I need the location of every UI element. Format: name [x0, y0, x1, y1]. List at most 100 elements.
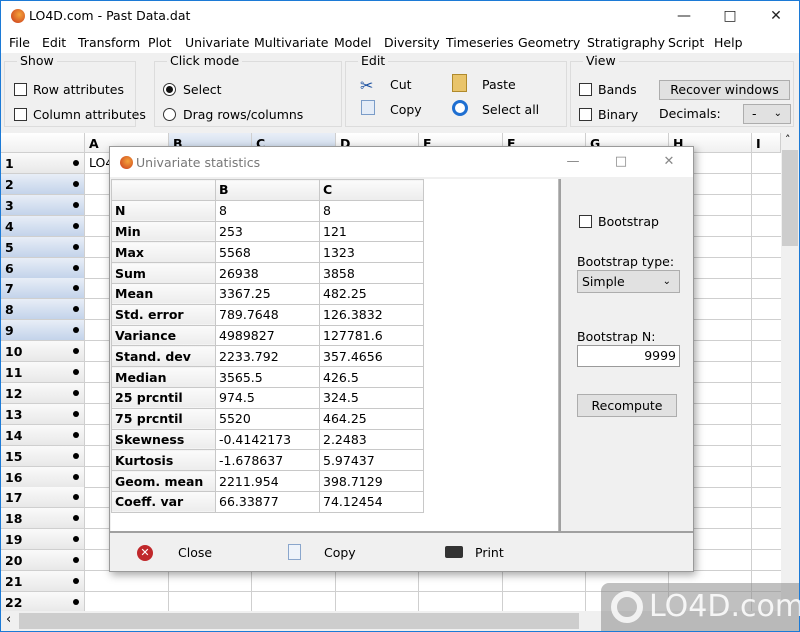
menu-multivariate[interactable]: Multivariate	[254, 35, 328, 50]
row-header-1[interactable]: 1	[1, 153, 85, 174]
stat-value[interactable]: 8	[319, 199, 424, 222]
bootstrap-type-select[interactable]: Simple ⌄	[577, 270, 680, 293]
stat-value[interactable]: 2233.792	[215, 345, 320, 368]
stat-value[interactable]: 127781.6	[319, 324, 424, 347]
row-header-20[interactable]: 20	[1, 550, 85, 572]
row-header-11[interactable]: 11	[1, 362, 85, 383]
row-header-8[interactable]: 8	[1, 299, 85, 321]
bands-checkbox[interactable]	[579, 83, 592, 96]
row-header-5[interactable]: 5	[1, 236, 85, 258]
dialog-maximize-button[interactable]: □	[598, 147, 644, 177]
stat-value[interactable]: 426.5	[319, 366, 424, 388]
row-header-13[interactable]: 13	[1, 403, 85, 425]
row-header-17[interactable]: 17	[1, 487, 85, 509]
menu-stratigraphy[interactable]: Stratigraphy	[587, 35, 665, 50]
maximize-button[interactable]: □	[707, 1, 753, 32]
row-header-22[interactable]: 22	[1, 591, 85, 611]
row-header-4[interactable]: 4	[1, 215, 85, 237]
row-header-21[interactable]: 21	[1, 571, 85, 592]
row-header-15[interactable]: 15	[1, 445, 85, 467]
stat-value[interactable]: 5520	[215, 407, 320, 430]
menu-univariate[interactable]: Univariate	[185, 35, 249, 50]
stat-value[interactable]: 8	[215, 199, 320, 222]
stat-value[interactable]: 121	[319, 220, 424, 243]
stat-value[interactable]: 253	[215, 220, 320, 243]
stat-value[interactable]: 74.12454	[319, 490, 424, 513]
stat-value[interactable]: 2211.954	[215, 470, 320, 492]
stat-value[interactable]: 789.7648	[215, 303, 320, 326]
menu-edit[interactable]: Edit	[42, 35, 66, 50]
stat-value[interactable]: 66.33877	[215, 490, 320, 513]
column-header-i[interactable]: I	[752, 133, 781, 153]
stat-value[interactable]: 5.97437	[319, 449, 424, 472]
recompute-button[interactable]: Recompute	[577, 394, 677, 417]
stat-value[interactable]: 3367.25	[215, 282, 320, 305]
decimals-select[interactable]: - ⌄	[743, 104, 791, 124]
menu-diversity[interactable]: Diversity	[384, 35, 440, 50]
stat-value[interactable]: 126.3832	[319, 303, 424, 326]
vertical-scroll-thumb[interactable]	[782, 150, 798, 246]
row-header-9[interactable]: 9	[1, 320, 85, 342]
drag-rows-columns-radio[interactable]	[163, 108, 176, 121]
table-header-c[interactable]: C	[319, 179, 424, 201]
row-header-6[interactable]: 6	[1, 257, 85, 279]
row-header-7[interactable]: 7	[1, 278, 85, 300]
close-window-button[interactable]: ✕	[753, 1, 799, 32]
recover-windows-button[interactable]: Recover windows	[659, 80, 790, 100]
dialog-minimize-button[interactable]: —	[550, 147, 596, 177]
row-header-14[interactable]: 14	[1, 424, 85, 446]
print-button[interactable]: Print	[443, 533, 553, 573]
scroll-up-icon[interactable]: ˄	[785, 133, 791, 146]
menu-transform[interactable]: Transform	[78, 35, 140, 50]
stat-value[interactable]: 3858	[319, 262, 424, 284]
stat-value[interactable]: 4989827	[215, 324, 320, 347]
stat-value[interactable]: 1323	[319, 241, 424, 264]
menu-plot[interactable]: Plot	[148, 35, 172, 50]
stat-value[interactable]: 357.4656	[319, 345, 424, 368]
select-all-button[interactable]: Select all	[482, 102, 539, 117]
corner-header[interactable]	[1, 133, 85, 153]
menu-help[interactable]: Help	[714, 35, 743, 50]
row-header-3[interactable]: 3	[1, 194, 85, 216]
stat-value[interactable]: 398.7129	[319, 470, 424, 492]
minimize-button[interactable]: —	[661, 1, 707, 32]
bootstrap-checkbox[interactable]	[579, 215, 592, 228]
row-attributes-checkbox[interactable]	[14, 83, 27, 96]
stat-value[interactable]: 3565.5	[215, 366, 320, 388]
bootstrap-n-input[interactable]: 9999	[577, 345, 680, 367]
stat-value[interactable]: 464.25	[319, 407, 424, 430]
row-header-16[interactable]: 16	[1, 466, 85, 488]
menu-timeseries[interactable]: Timeseries	[446, 35, 514, 50]
table-header-b[interactable]: B	[215, 179, 320, 201]
vertical-scrollbar[interactable]: ˄	[781, 133, 799, 611]
menu-geometry[interactable]: Geometry	[518, 35, 580, 50]
menu-model[interactable]: Model	[334, 35, 372, 50]
stat-value[interactable]: -1.678637	[215, 449, 320, 472]
copy-results-button[interactable]: Copy	[286, 533, 396, 573]
menu-script[interactable]: Script	[668, 35, 704, 50]
column-attributes-checkbox[interactable]	[14, 108, 27, 121]
dialog-close-button[interactable]: ✕	[646, 147, 692, 177]
row-header-19[interactable]: 19	[1, 529, 85, 551]
stat-value[interactable]: 324.5	[319, 386, 424, 409]
copy-button[interactable]: Copy	[390, 102, 422, 117]
printer-icon	[445, 546, 463, 558]
stat-value[interactable]: 2.2483	[319, 428, 424, 451]
stat-value[interactable]: 974.5	[215, 386, 320, 409]
horizontal-scroll-thumb[interactable]	[19, 613, 579, 629]
menu-file[interactable]: File	[9, 35, 30, 50]
stat-value[interactable]: -0.4142173	[215, 428, 320, 451]
close-button[interactable]: ✕ Close	[134, 533, 244, 573]
paste-button[interactable]: Paste	[482, 77, 516, 92]
select-radio[interactable]	[163, 83, 176, 96]
cut-button[interactable]: Cut	[390, 77, 412, 92]
stat-value[interactable]: 482.25	[319, 282, 424, 305]
binary-checkbox[interactable]	[579, 108, 592, 121]
row-header-2[interactable]: 2	[1, 173, 85, 195]
row-header-10[interactable]: 10	[1, 341, 85, 363]
row-header-18[interactable]: 18	[1, 508, 85, 530]
stat-value[interactable]: 26938	[215, 262, 320, 284]
scroll-left-icon[interactable]: ‹	[6, 612, 11, 627]
row-header-12[interactable]: 12	[1, 382, 85, 404]
stat-value[interactable]: 5568	[215, 241, 320, 264]
